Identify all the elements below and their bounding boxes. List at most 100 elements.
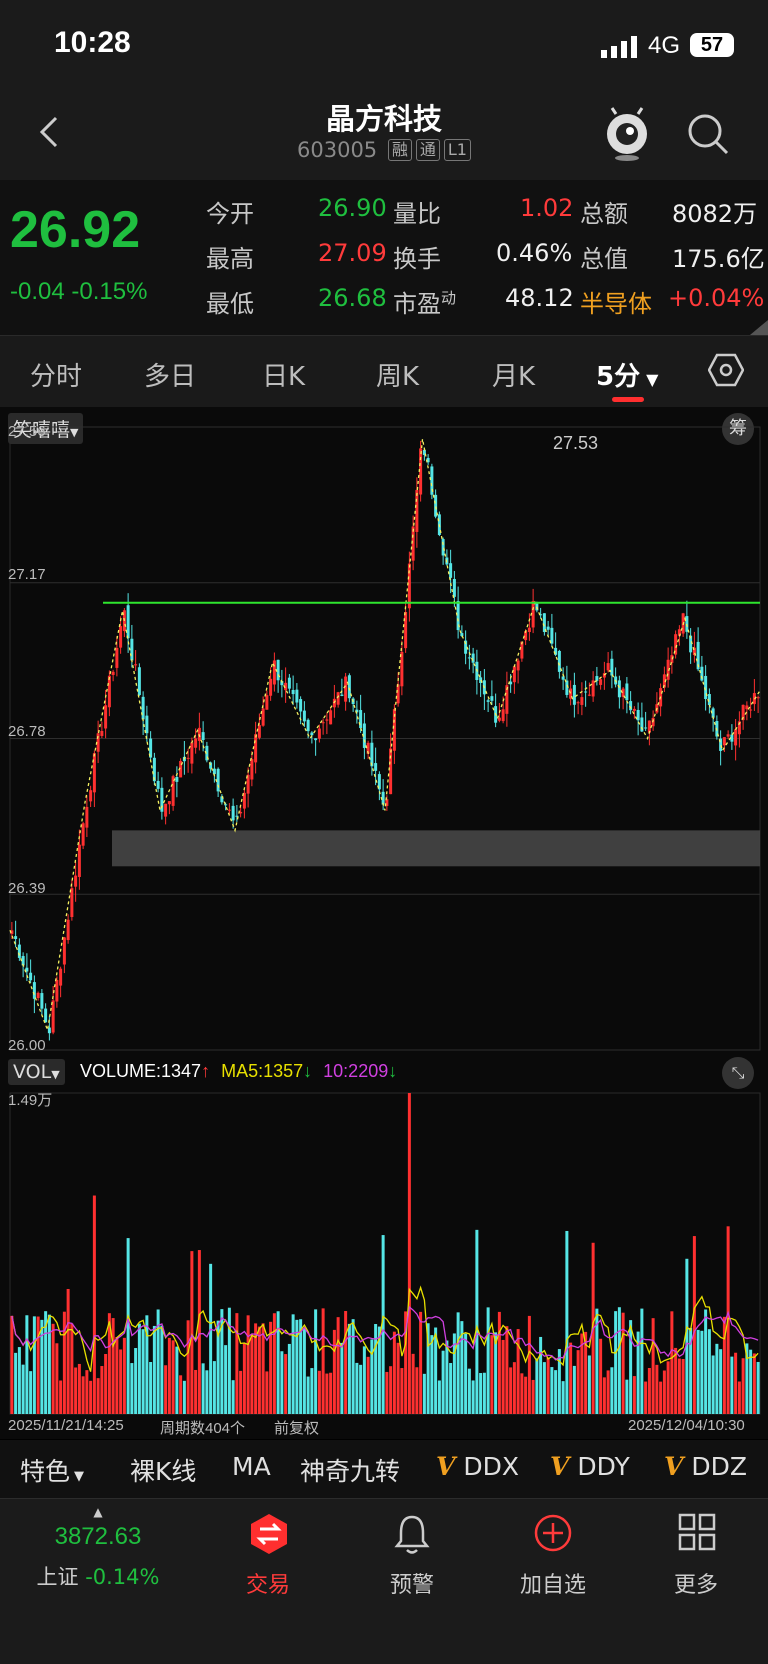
- chevron-down-icon: ▼: [646, 370, 659, 389]
- volume-bar: [212, 1361, 216, 1414]
- candle-body: [227, 809, 231, 811]
- ddz-button[interactable]: V DDZ: [664, 1452, 747, 1481]
- volume-bar: [276, 1311, 280, 1414]
- volume-bar: [291, 1314, 295, 1414]
- volume-bar: [160, 1325, 164, 1414]
- candle-body: [374, 763, 378, 771]
- candle-body: [407, 563, 411, 609]
- candlestick-chart[interactable]: [0, 407, 768, 1439]
- volume-bar: [479, 1373, 483, 1414]
- candle-body: [74, 875, 78, 887]
- ddx-button[interactable]: V DDX: [436, 1452, 519, 1481]
- candle-body: [66, 919, 70, 941]
- candle-body: [261, 708, 265, 726]
- ma-button[interactable]: MA: [232, 1452, 271, 1481]
- candle-body: [531, 601, 535, 628]
- candle-body: [501, 709, 505, 722]
- bare-kline-button[interactable]: 裸K线: [130, 1452, 196, 1488]
- change-percent: -0.15%: [71, 278, 148, 305]
- tab-5min[interactable]: 5分 ▼: [596, 356, 658, 393]
- volume-bar: [239, 1370, 243, 1414]
- v-logo-icon: V: [664, 1452, 684, 1481]
- price-change: -0.04 -0.15%: [10, 278, 147, 306]
- candle-body: [299, 699, 303, 712]
- tab-monthly-k[interactable]: 月K: [492, 356, 535, 393]
- tab-intraday[interactable]: 分时: [30, 356, 82, 393]
- mascot-icon[interactable]: [602, 106, 652, 164]
- candle-body: [287, 677, 291, 689]
- candle-body: [126, 605, 130, 639]
- volume-bar: [550, 1367, 554, 1414]
- market-cap-label: 总值: [580, 245, 628, 273]
- volume-frame: [9, 1092, 761, 1415]
- open-label: 今开: [206, 200, 254, 228]
- tab-weekly-k[interactable]: 周K: [376, 356, 419, 393]
- volume-bar: [317, 1370, 321, 1414]
- tab-multi-day[interactable]: 多日: [144, 356, 196, 393]
- turnover-amount-label: 总额: [580, 200, 628, 228]
- volume-bar: [677, 1358, 681, 1414]
- volume-bar: [737, 1381, 741, 1414]
- up-arrow-icon: ↑: [201, 1061, 211, 1081]
- volume-bar: [719, 1349, 723, 1414]
- volume-bar: [171, 1340, 175, 1414]
- settings-hex-icon[interactable]: [708, 352, 744, 388]
- end-time-label: 2025/12/04/10:30: [628, 1417, 745, 1434]
- trade-icon: [251, 1514, 287, 1554]
- volume-bar: [321, 1308, 325, 1414]
- volume-bar: [130, 1363, 134, 1414]
- period-count-label: 周期数404个: [160, 1420, 246, 1437]
- active-tab-indicator: [612, 397, 644, 402]
- ddy-button[interactable]: V DDY: [550, 1452, 630, 1481]
- low-value: 26.68: [318, 284, 387, 312]
- volume-bar: [122, 1337, 126, 1414]
- candle-body: [164, 803, 168, 817]
- expand-icon[interactable]: ⤡: [722, 1057, 754, 1089]
- volume-bar: [92, 1195, 96, 1414]
- volume-bar: [359, 1364, 363, 1414]
- candle-body: [734, 729, 738, 746]
- candle-body: [107, 675, 111, 708]
- volume-bar: [730, 1356, 734, 1414]
- volume-bar: [640, 1308, 644, 1414]
- volume-select[interactable]: VOL▼: [8, 1059, 65, 1085]
- volume-bar: [419, 1311, 423, 1414]
- volume-bar: [66, 1288, 70, 1414]
- volume-bar: [734, 1352, 738, 1414]
- status-bar: 10:28 4G 57: [0, 0, 768, 90]
- sector-name[interactable]: 半导体: [580, 284, 652, 319]
- pe-label: 市盈动: [393, 289, 457, 318]
- candle-body: [490, 696, 494, 701]
- volume-bar: [617, 1307, 621, 1414]
- volume-bar: [392, 1331, 396, 1414]
- volume-bar: [741, 1358, 745, 1414]
- search-icon[interactable]: [686, 112, 730, 156]
- feature-menu[interactable]: 特色 ▼: [20, 1452, 84, 1488]
- volume-bar: [445, 1340, 449, 1414]
- period-tabs: 分时 多日 日K 周K 月K 5分 ▼: [0, 335, 768, 408]
- level1-tag: L1: [443, 139, 471, 161]
- volume-bar: [209, 1263, 213, 1414]
- candle-body: [55, 979, 59, 1002]
- candle-body: [89, 790, 93, 802]
- volume-bar: [197, 1250, 201, 1414]
- volume-bar: [430, 1335, 434, 1414]
- network-type: 4G: [648, 32, 681, 59]
- volume-bar: [497, 1311, 501, 1414]
- candle-body: [81, 823, 85, 846]
- volume-bar: [475, 1229, 479, 1414]
- volume-bar: [257, 1326, 261, 1414]
- volume-bar: [55, 1343, 59, 1414]
- dropdown-icon: ▼: [74, 1469, 85, 1484]
- magic-nine-button[interactable]: 神奇九转: [300, 1452, 400, 1488]
- volume-bar: [467, 1368, 471, 1414]
- volume-bar: [167, 1337, 171, 1414]
- change-value: -0.04: [10, 278, 65, 305]
- candle-body: [190, 742, 194, 764]
- candle-body: [404, 611, 408, 649]
- candle-body: [644, 727, 648, 729]
- connect-tag: 通: [415, 139, 440, 161]
- sector-change: +0.04%: [668, 284, 765, 312]
- candle-body: [497, 717, 501, 721]
- tab-daily-k[interactable]: 日K: [262, 356, 305, 393]
